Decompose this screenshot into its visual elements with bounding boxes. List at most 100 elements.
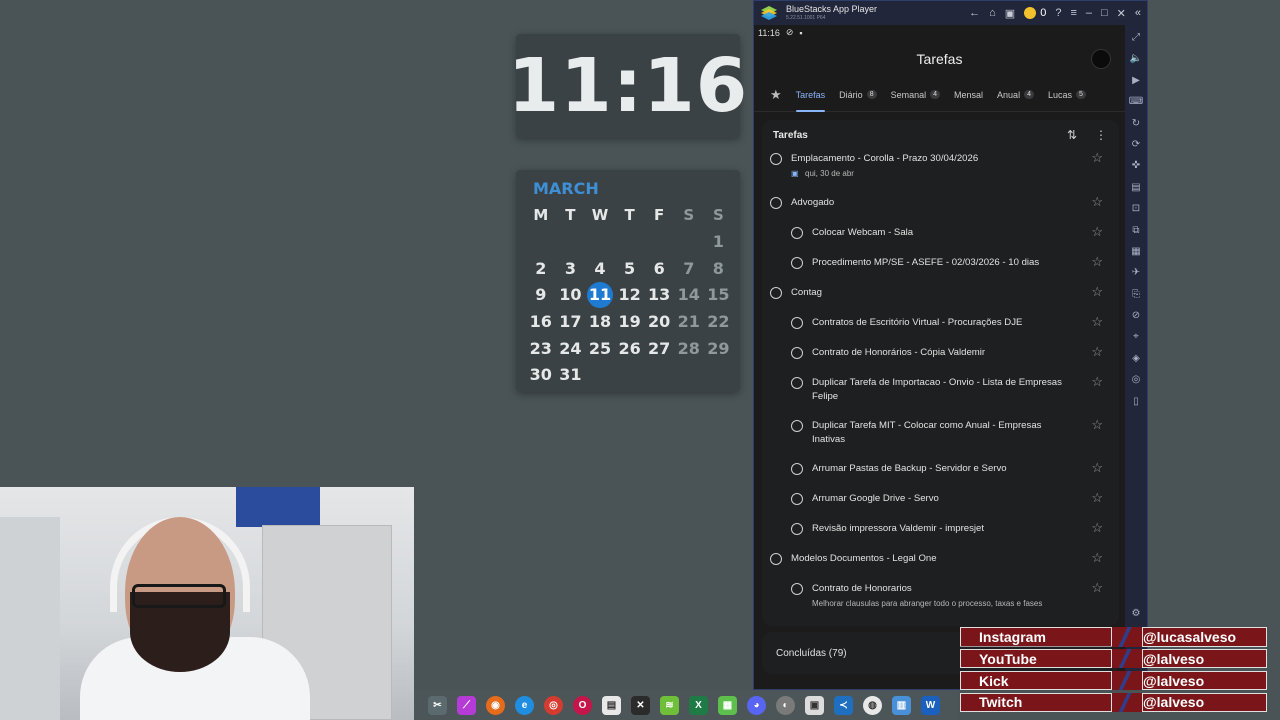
star-icon[interactable]: ☆ xyxy=(1091,374,1103,390)
browser-icon[interactable]: ◍ xyxy=(863,695,882,715)
screenshot-icon[interactable]: ⊡ xyxy=(1132,202,1140,216)
task-checkbox[interactable] xyxy=(770,553,782,565)
task-checkbox[interactable] xyxy=(791,493,803,505)
calculator-icon[interactable]: ▦ xyxy=(718,695,737,715)
multi-instance-icon[interactable]: ▣ xyxy=(1005,7,1015,20)
task-item[interactable]: Arrumar Google Drive - Servo ☆ xyxy=(762,490,1119,520)
task-item[interactable]: Revisão impressora Valdemir - impresjet ☆ xyxy=(762,520,1119,550)
task-item[interactable]: Colocar Webcam - Sala ☆ xyxy=(762,224,1119,254)
back-icon[interactable]: ← xyxy=(969,7,980,19)
opera-icon[interactable]: O xyxy=(573,695,592,715)
vscode-icon[interactable]: ≺ xyxy=(834,695,853,715)
macro-icon[interactable]: ◎ xyxy=(1132,373,1141,387)
panel-icon[interactable]: ▯ xyxy=(1133,395,1139,409)
star-icon[interactable]: ☆ xyxy=(1091,417,1103,433)
edge-icon[interactable]: e xyxy=(515,695,534,715)
discord-icon[interactable]: ◕ xyxy=(747,695,766,715)
tab-diário[interactable]: Diário 8 xyxy=(839,78,877,112)
gamepad-icon[interactable]: ✜ xyxy=(1132,159,1140,173)
gallery-icon[interactable]: ▦ xyxy=(1131,245,1140,259)
wand-app-icon[interactable]: ⟋ xyxy=(457,695,476,715)
task-checkbox[interactable] xyxy=(770,197,782,209)
sync-icon[interactable]: ⟳ xyxy=(1132,138,1140,152)
task-checkbox[interactable] xyxy=(791,377,803,389)
collapse-sidebar-icon[interactable]: « xyxy=(1135,7,1141,19)
star-icon[interactable]: ☆ xyxy=(1091,254,1103,270)
avatar[interactable] xyxy=(1091,49,1111,69)
copy-icon[interactable]: ⎘ xyxy=(1132,288,1140,302)
star-icon[interactable]: ☆ xyxy=(1091,460,1103,476)
task-checkbox[interactable] xyxy=(791,463,803,475)
task-checkbox[interactable] xyxy=(791,523,803,535)
close-icon[interactable]: ✕ xyxy=(1117,7,1126,20)
settings-icon[interactable]: ⚙ xyxy=(1132,607,1141,621)
task-item[interactable]: Duplicar Tarefa de Importacao - Onvio - … xyxy=(762,374,1119,417)
task-checkbox[interactable] xyxy=(770,153,782,165)
task-item[interactable]: Advogado ☆ xyxy=(762,194,1119,224)
home-icon[interactable]: ⌂ xyxy=(989,7,996,19)
star-icon[interactable]: ☆ xyxy=(1091,520,1103,536)
task-checkbox[interactable] xyxy=(791,583,803,595)
task-checkbox[interactable] xyxy=(791,317,803,329)
task-item[interactable]: Modelos Documentos - Legal One ☆ xyxy=(762,550,1119,580)
task-item[interactable]: Contratos de Escritório Virtual - Procur… xyxy=(762,314,1119,344)
fullscreen-icon[interactable]: ⤢ xyxy=(1132,31,1140,45)
excel-icon[interactable]: X xyxy=(689,695,708,715)
social-row: Twitch @lalveso xyxy=(960,692,1267,713)
rotate-icon[interactable]: ↻ xyxy=(1132,117,1140,131)
task-checkbox[interactable] xyxy=(791,347,803,359)
document-icon[interactable]: ▥ xyxy=(892,695,911,715)
layers-icon[interactable]: ◈ xyxy=(1132,352,1140,366)
eco-icon[interactable]: ⊘ xyxy=(1132,309,1140,323)
keyboard-icon[interactable]: ⌨ xyxy=(1129,95,1143,109)
task-item[interactable]: Procedimento MP/SE - ASEFE - 02/03/2026 … xyxy=(762,254,1119,284)
star-icon[interactable]: ☆ xyxy=(1091,284,1103,300)
more-options-icon[interactable]: ⋮ xyxy=(1095,128,1107,142)
image-viewer-icon[interactable]: ▣ xyxy=(805,695,824,715)
menu-icon[interactable]: ≡ xyxy=(1070,7,1076,19)
tab-tarefas[interactable]: Tarefas xyxy=(795,78,825,112)
star-icon[interactable]: ☆ xyxy=(1091,580,1103,596)
x-app-icon[interactable]: ✕ xyxy=(631,695,650,715)
word-icon[interactable]: W xyxy=(921,695,940,715)
star-icon[interactable]: ☆ xyxy=(1091,490,1103,506)
star-icon[interactable]: ☆ xyxy=(1091,224,1103,240)
help-icon[interactable]: ? xyxy=(1055,7,1061,19)
tab-mensal[interactable]: Mensal xyxy=(954,78,983,112)
starred-tab-icon[interactable]: ★ xyxy=(770,87,782,103)
media-icon[interactable]: ▶ xyxy=(1132,74,1140,88)
steam-icon[interactable]: ◐ xyxy=(776,695,795,715)
task-checkbox[interactable] xyxy=(791,257,803,269)
airplane-icon[interactable]: ✈ xyxy=(1132,266,1140,280)
star-icon[interactable]: ☆ xyxy=(1091,194,1103,210)
task-checkbox[interactable] xyxy=(791,227,803,239)
task-item[interactable]: Contrato de Honorários - Cópia Valdemir ☆ xyxy=(762,344,1119,374)
star-icon[interactable]: ☆ xyxy=(1091,550,1103,566)
task-item[interactable]: Duplicar Tarefa MIT - Colocar como Anual… xyxy=(762,417,1119,460)
chrome-icon[interactable]: ◎ xyxy=(544,695,563,715)
task-item[interactable]: Emplacamento - Corolla - Prazo 30/04/202… xyxy=(762,150,1119,194)
task-checkbox[interactable] xyxy=(791,420,803,432)
volume-icon[interactable]: 🔈 xyxy=(1130,52,1142,66)
notes-app-icon[interactable]: ▤ xyxy=(602,695,621,715)
minimize-icon[interactable]: – xyxy=(1086,7,1092,19)
task-item[interactable]: Arrumar Pastas de Backup - Servidor e Se… xyxy=(762,460,1119,490)
location-icon[interactable]: ⌖ xyxy=(1133,330,1139,344)
coins-badge[interactable]: 0 xyxy=(1024,7,1046,19)
tab-lucas[interactable]: Lucas 5 xyxy=(1048,78,1086,112)
task-checkbox[interactable] xyxy=(770,287,782,299)
tab-semanal[interactable]: Semanal 4 xyxy=(891,78,941,112)
record-icon[interactable]: ▤ xyxy=(1131,181,1140,195)
capture-icon[interactable]: ⧉ xyxy=(1132,224,1139,238)
star-icon[interactable]: ☆ xyxy=(1091,150,1103,166)
task-item[interactable]: Contag ☆ xyxy=(762,284,1119,314)
maximize-icon[interactable]: □ xyxy=(1101,7,1108,19)
firefox-icon[interactable]: ◉ xyxy=(486,695,505,715)
snip-icon[interactable]: ✂ xyxy=(428,695,447,715)
bluestacks-taskbar-icon[interactable]: ≋ xyxy=(660,695,679,715)
star-icon[interactable]: ☆ xyxy=(1091,314,1103,330)
tab-anual[interactable]: Anual 4 xyxy=(997,78,1034,112)
sort-icon[interactable]: ⇅ xyxy=(1067,128,1077,142)
task-item[interactable]: Contrato de Honorarios Melhorar clausulas… xyxy=(762,580,1119,624)
star-icon[interactable]: ☆ xyxy=(1091,344,1103,360)
